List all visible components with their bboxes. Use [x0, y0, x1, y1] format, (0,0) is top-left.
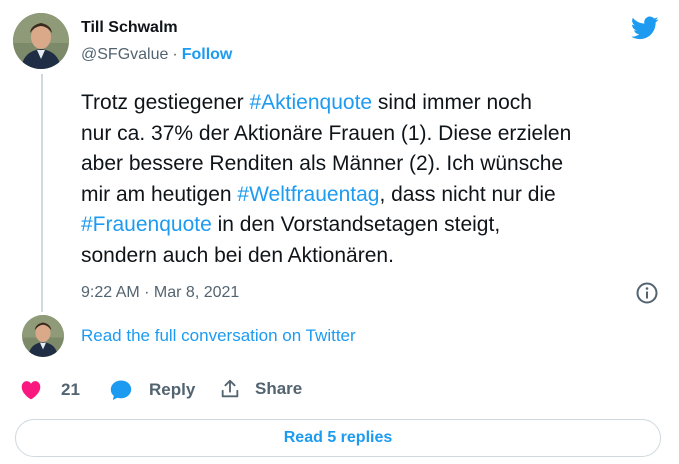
conversation-avatar[interactable]	[22, 315, 64, 357]
reply-button[interactable]: Reply	[109, 378, 195, 402]
tweet-text-line: nur ca. 37% der Aktionäre Frauen (1). Di…	[81, 119, 656, 150]
tweet-text: Trotz gestiegener #Aktienquote sind imme…	[81, 88, 656, 271]
tweet-text-segment: , dass nicht nur die	[379, 182, 556, 206]
tweet-text-line: aber bessere Renditen als Männer (2). Ic…	[81, 149, 656, 180]
separator-dot: ·	[172, 46, 178, 63]
tweet-text-line: sondern auch bei den Aktionären.	[81, 241, 656, 272]
twitter-bird-icon[interactable]	[629, 14, 661, 42]
tweet-text-segment: mir am heutigen	[81, 182, 238, 206]
hashtag-link[interactable]: #Aktienquote	[249, 91, 372, 114]
like-button[interactable]: 21	[19, 378, 80, 402]
tweet-text-segment: sind immer noch	[372, 91, 532, 114]
hashtag-link[interactable]: #Weltfrauentag	[237, 183, 379, 206]
read-replies-button[interactable]: Read 5 replies	[15, 419, 661, 457]
reply-label: Reply	[149, 380, 196, 399]
tweet-text-segment: aber bessere Renditen als Männer (2). Ic…	[81, 152, 564, 175]
share-button[interactable]: Share	[219, 378, 302, 400]
thread-line	[41, 74, 43, 312]
author-handle[interactable]: @SFGvalue	[81, 46, 168, 63]
tweet-text-line: Trotz gestiegener #Aktienquote sind imme…	[81, 88, 656, 119]
tweet-embed-card: Till Schwalm @SFGvalue · Follow Trotz gest…	[0, 0, 679, 464]
hashtag-link[interactable]: #Frauenquote	[81, 213, 212, 236]
tweet-text-segment: in den Vorstandsetagen steigt,	[211, 213, 501, 236]
tweet-text-line: #Frauenquote in den Vorstandsetagen stei…	[81, 210, 656, 241]
share-label: Share	[255, 379, 303, 398]
action-bar: 21 Reply Share	[0, 378, 679, 408]
author-handle-row: @SFGvalue · Follow	[81, 46, 232, 64]
tweet-text-segment: Trotz gestiegener	[81, 91, 250, 114]
like-count: 21	[61, 380, 80, 399]
tweet-text-segment: sondern auch bei den Aktionären.	[81, 243, 394, 267]
tweet-timestamp[interactable]: 9:22 AM · Mar 8, 2021	[81, 284, 239, 302]
tweet-text-segment: nur ca. 37% der Aktionäre Frauen (1). Di…	[81, 121, 572, 145]
author-name[interactable]: Till Schwalm	[81, 19, 178, 37]
share-icon	[221, 379, 239, 398]
info-icon[interactable]	[635, 281, 659, 305]
tweet-text-line: mir am heutigen #Weltfrauentag, dass nic…	[81, 180, 656, 211]
author-avatar[interactable]	[13, 13, 69, 69]
follow-button[interactable]: Follow	[182, 46, 233, 63]
read-conversation-link[interactable]: Read the full conversation on Twitter	[81, 326, 356, 346]
reply-bubble-icon	[110, 380, 132, 400]
heart-icon	[21, 381, 41, 400]
